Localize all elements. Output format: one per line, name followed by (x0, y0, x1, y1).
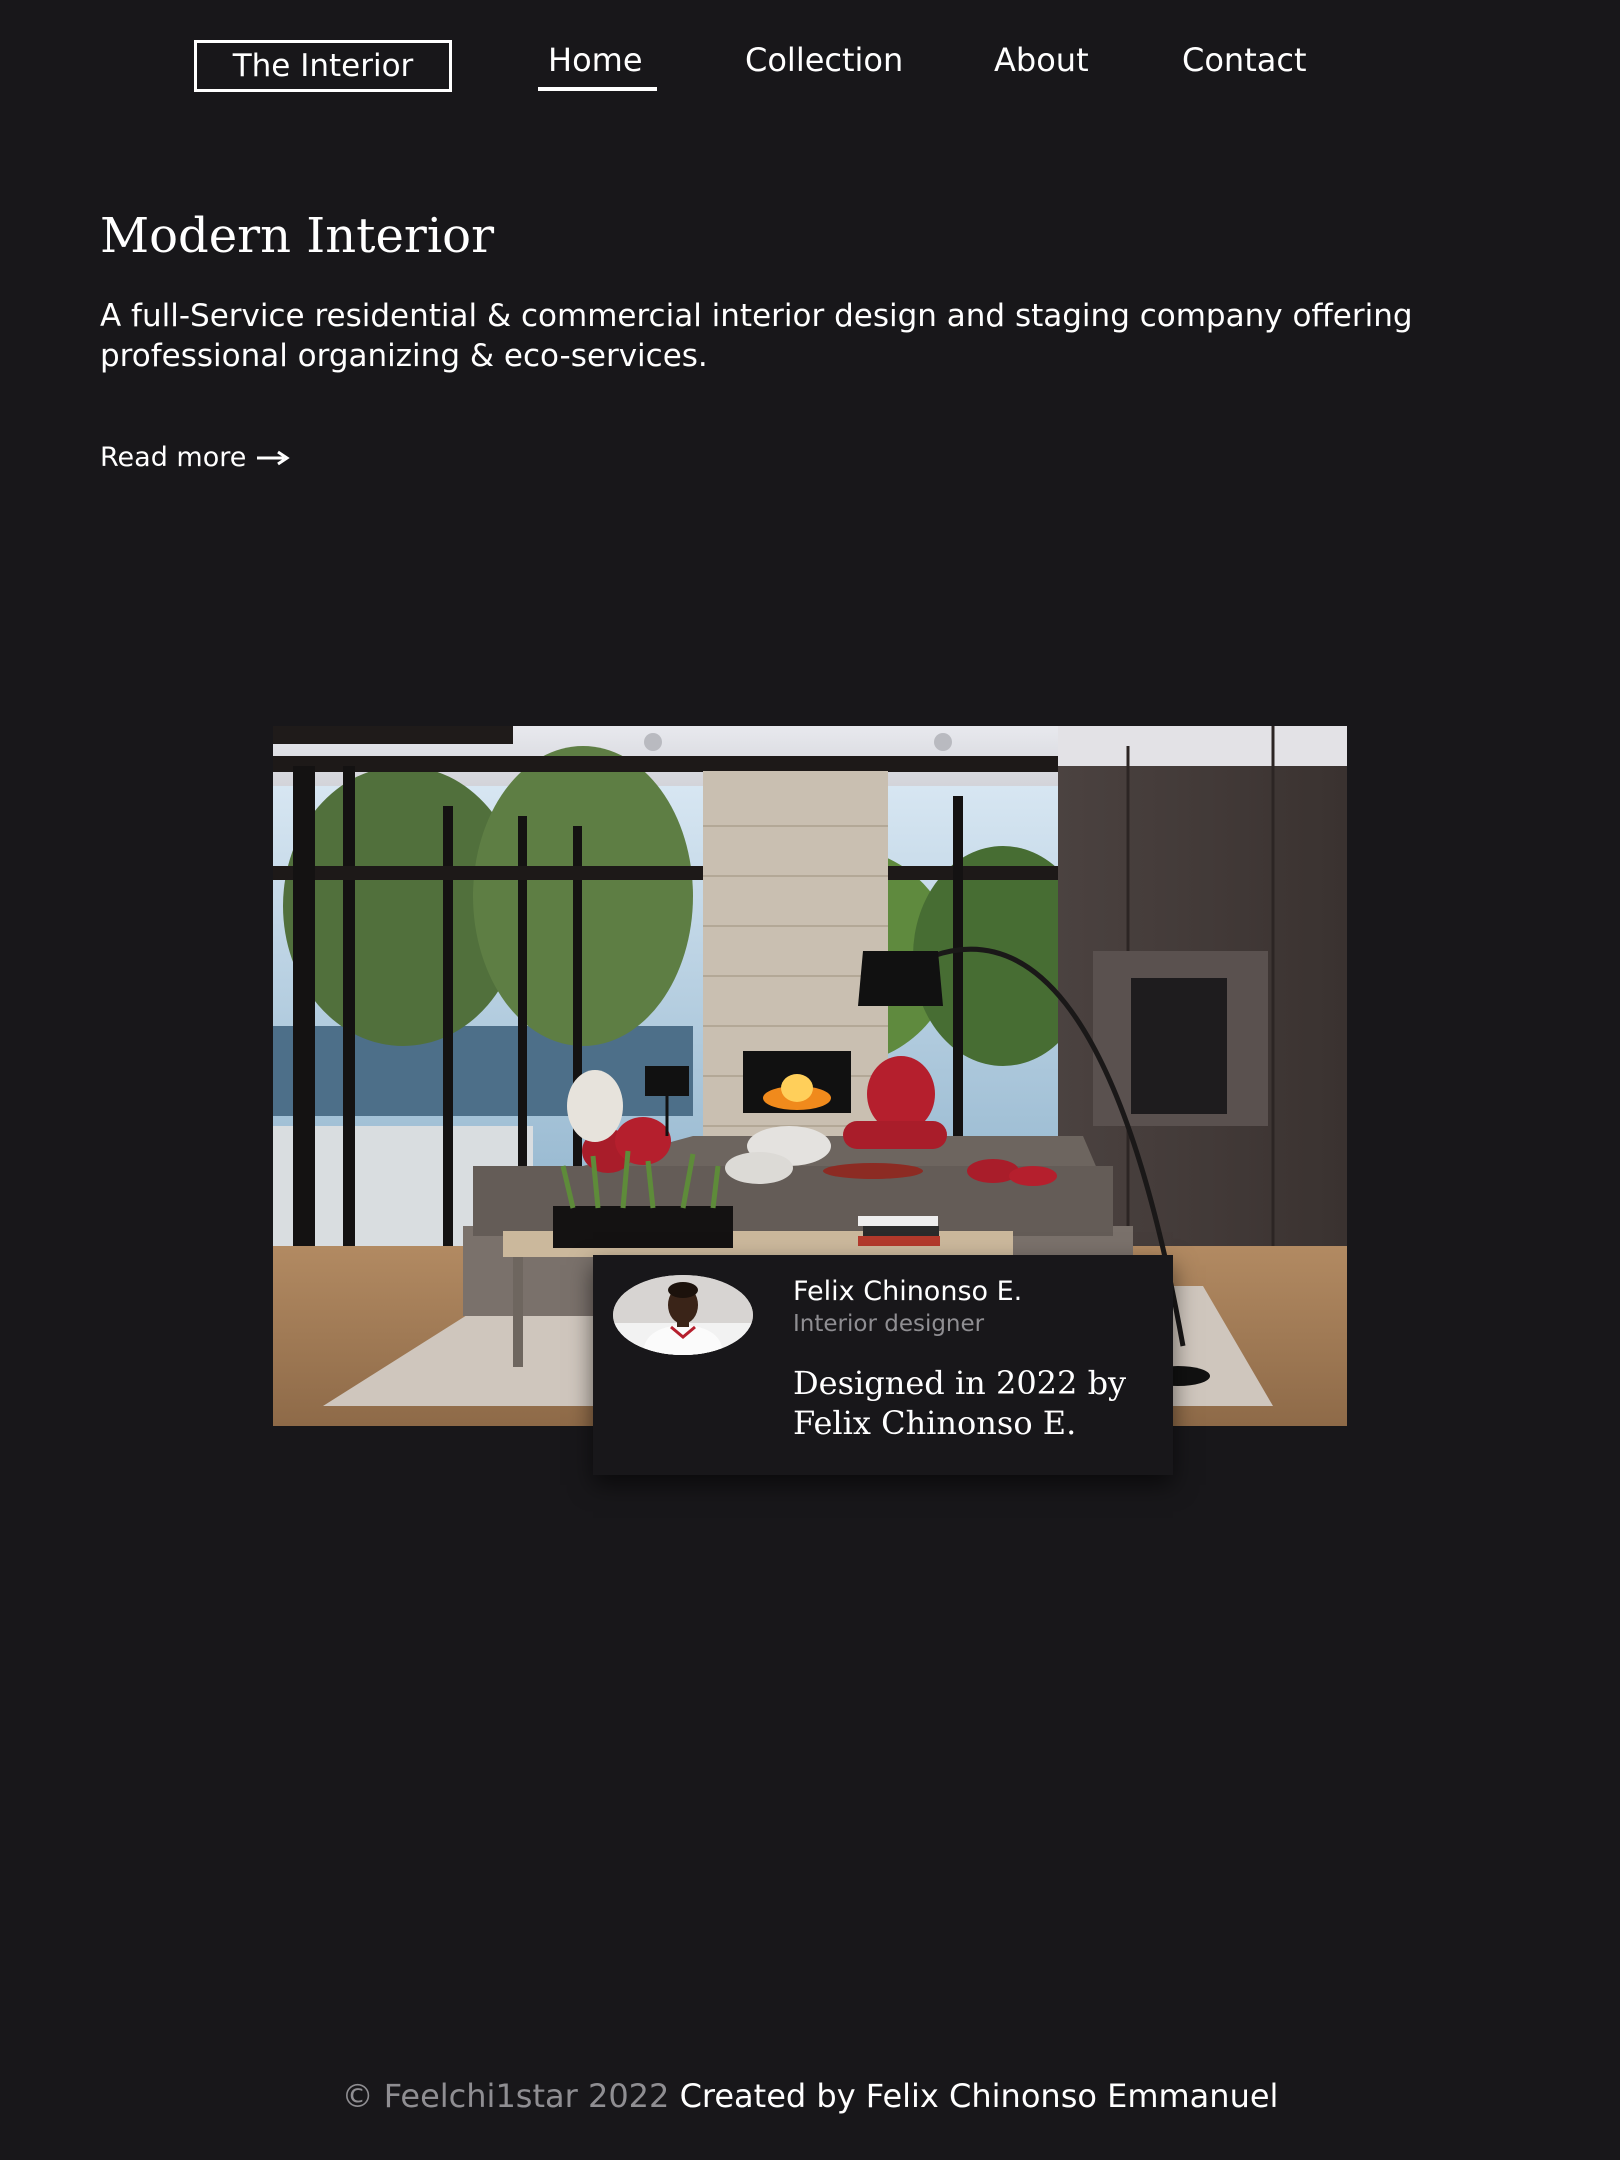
footer-copyright: © Feelchi1star 2022 (341, 2077, 670, 2115)
brand-logo[interactable]: The Interior (194, 40, 452, 92)
nav-home-link[interactable]: Home (548, 38, 643, 82)
arrow-right-icon (256, 450, 291, 466)
read-more-label: Read more (100, 442, 247, 473)
designer-avatar (613, 1275, 753, 1355)
designer-role: Interior designer (793, 1311, 985, 1337)
nav-about-link[interactable]: About (994, 38, 1089, 82)
nav-collection-link[interactable]: Collection (745, 38, 903, 82)
read-more-link[interactable]: Read more (100, 438, 291, 478)
designer-name: Felix Chinonso E. (793, 1276, 1023, 1307)
designer-card: Felix Chinonso E. Interior designer Desi… (593, 1255, 1173, 1475)
nav-active-indicator (538, 87, 657, 91)
footer-credit: Created by Felix Chinonso Emmanuel (679, 2077, 1279, 2115)
nav-contact-link[interactable]: Contact (1182, 38, 1307, 82)
footer: © Feelchi1star 2022 Created by Felix Chi… (0, 2074, 1620, 2118)
page-title: Modern Interior (100, 208, 495, 264)
hero-description: A full-Service residential & commercial … (100, 298, 1413, 374)
designer-credit: Designed in 2022 by Felix Chinonso E. (793, 1364, 1127, 1442)
